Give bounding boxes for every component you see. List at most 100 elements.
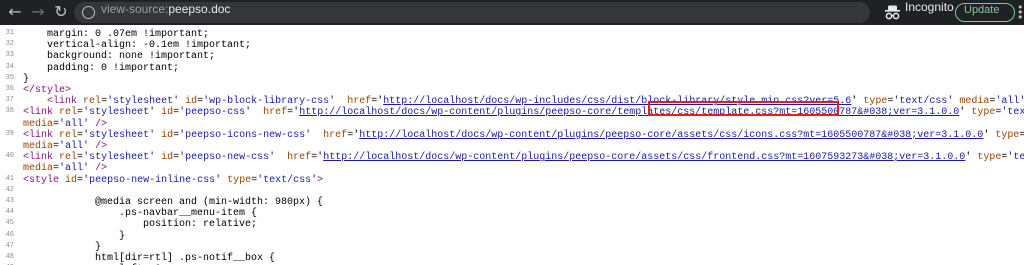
code-line: padding: 0 !important; (23, 62, 180, 74)
code-attr: type (863, 96, 888, 108)
code-line: <link rel='stylesheet' id='peepso-css' h… (23, 107, 1024, 118)
line-number: 32 (5, 40, 14, 49)
highlight-box (648, 101, 839, 116)
code-attr-value: 'text/css' (1001, 107, 1024, 119)
update-label: Update (964, 4, 1000, 16)
code-attr: rel (83, 96, 102, 108)
code-attr: href (263, 107, 288, 119)
code-line: <link rel='stylesheet' id='peepso-new-cs… (23, 152, 1024, 163)
line-number: 47 (5, 241, 14, 250)
line-number: 46 (5, 230, 14, 239)
code-line-wrap: media='all' /> (23, 163, 108, 175)
code-attr: rel (59, 107, 78, 119)
code-line: </style> (23, 85, 71, 96)
code-attr-value: 'all' (995, 96, 1024, 108)
line-number: 33 (5, 51, 14, 60)
code-attr-value: 'stylesheet' (107, 96, 180, 108)
code-line: vertical-align: -0.1em !important; (23, 40, 252, 52)
code-attr-value: 'text/css' (893, 96, 954, 108)
line-number: 36 (5, 85, 14, 93)
line-number: 43 (5, 197, 14, 205)
code-attr: type (971, 107, 996, 119)
code-attr-value: 'peepso-new-inline-css' (83, 174, 222, 186)
address-bar-url: view-source:peepso.doc (101, 2, 230, 23)
code-attr-value: 'stylesheet' (83, 152, 156, 164)
reload-icon[interactable]: ↻ (50, 2, 72, 22)
code-attr: id (161, 107, 174, 119)
code-line: html[dir=rtl] .ps-notif__box { (23, 253, 276, 264)
source-view: 31 margin: 0 .07em !important; 32 vertica… (0, 25, 1024, 265)
incognito-label: Incognito (905, 0, 954, 14)
code-attr: type (995, 129, 1020, 141)
code-attr: rel (59, 129, 78, 141)
site-info-icon[interactable] (82, 6, 95, 19)
code-attr: id (65, 174, 78, 186)
code-tag: /> (95, 163, 108, 175)
code-line: <style id='peepso-new-inline-css' type='… (23, 174, 324, 186)
line-number: 40 (5, 152, 14, 161)
line-number: 44 (5, 208, 14, 217)
code-line: } (23, 73, 30, 85)
code-line: margin: 0 .07em !important; (23, 29, 210, 40)
code-line: } (23, 230, 126, 242)
code-attr-value: 'peepso-new-css' (179, 152, 276, 164)
code-line-wrap: media='all' /> (23, 141, 108, 152)
code-attr: href (287, 152, 312, 164)
source-link[interactable]: http://localhost/docs/wp-content/plugins… (299, 107, 959, 118)
code-attr: media (23, 118, 54, 130)
browser-toolbar: ← → ↻ view-source:peepso.doc Incognito U… (0, 0, 1024, 25)
source-link[interactable]: http://localhost/docs/wp-content/plugins… (323, 152, 965, 163)
code-tag: <style (23, 174, 60, 186)
code-attr: id (185, 96, 198, 108)
code-attr: href (323, 129, 348, 141)
code-attr-value: 'all' (59, 141, 90, 152)
code-attr-value: 'text/css' (1007, 152, 1024, 164)
code-tag: > (317, 174, 324, 186)
code-line: position: relative; (23, 219, 258, 231)
update-button[interactable]: Update (955, 3, 1015, 22)
back-arrow-icon[interactable]: ← (4, 2, 26, 22)
line-number: 42 (5, 185, 14, 194)
url-host: peepso.doc (168, 2, 231, 16)
line-number: 39 (5, 129, 14, 138)
code-attr-value: 'stylesheet' (83, 129, 156, 141)
code-attr: href (347, 96, 372, 108)
code-attr: rel (59, 152, 78, 164)
code-attr-value: 'stylesheet' (83, 107, 156, 119)
line-number: 38 (5, 107, 14, 116)
code-attr-value: 'all' (59, 118, 90, 130)
code-tag: /> (95, 141, 108, 152)
code-line: .ps-navbar__menu-item { (23, 208, 258, 220)
line-number: 48 (5, 253, 14, 261)
code-tag: <link (23, 107, 54, 119)
source-link[interactable]: http://localhost/docs/wp-content/plugins… (359, 130, 983, 141)
line-number: 31 (5, 29, 14, 37)
url-prefix: view-source: (101, 2, 169, 16)
forward-arrow-icon[interactable]: → (27, 2, 49, 22)
line-number: 37 (5, 96, 14, 105)
code-line: @media screen and (min-width: 980px) { (23, 197, 324, 208)
code-line: <link rel='stylesheet' id='wp-block-libr… (47, 96, 1024, 108)
code-attr-value: 'all' (59, 163, 90, 175)
code-tag: <link (23, 129, 54, 141)
code-tag: /> (95, 118, 108, 130)
code-attr: media (23, 163, 54, 175)
code-attr-value: 'peepso-icons-new-css' (179, 129, 312, 141)
line-number: 35 (5, 73, 14, 82)
line-number: 41 (5, 174, 14, 183)
address-bar[interactable]: view-source:peepso.doc (74, 2, 870, 23)
code-line-wrap: media='all' /> (23, 118, 108, 130)
code-attr-value: 'wp-block-library-css' (203, 96, 336, 108)
kebab-menu-icon[interactable]: • • • (1017, 2, 1024, 23)
code-line: background: none !important; (23, 51, 216, 63)
code-line: <link rel='stylesheet' id='peepso-icons-… (23, 129, 1024, 141)
line-number: 34 (5, 62, 14, 71)
code-attr: id (161, 152, 174, 164)
incognito-icon (885, 5, 900, 20)
code-attr-value: 'peepso-css' (179, 107, 252, 119)
code-attr: media (959, 96, 990, 108)
code-tag: <link (23, 152, 54, 164)
code-attr: media (23, 141, 54, 152)
code-attr-value: 'text/css' (257, 174, 318, 186)
code-line: } (23, 241, 102, 253)
